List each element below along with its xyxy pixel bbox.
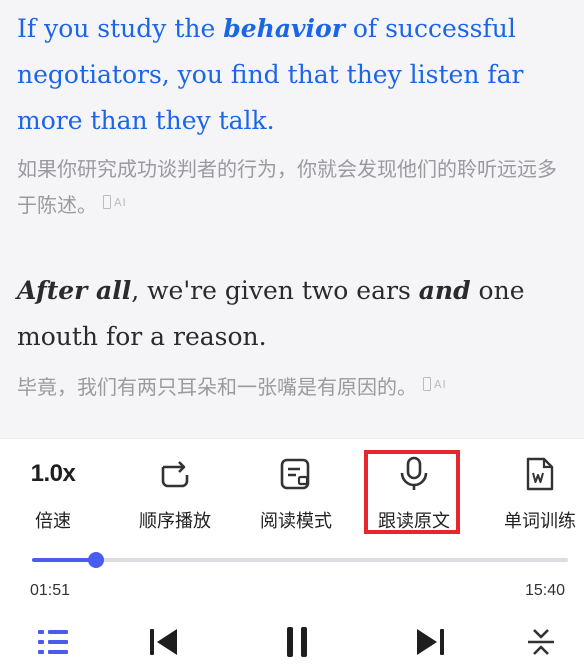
playlist-icon	[36, 627, 70, 661]
pause-button[interactable]	[275, 624, 319, 664]
progress-knob[interactable]	[88, 552, 105, 568]
player-panel: 1.0x 倍速 顺序播放 阅读模式 跟读原文 单词训练 01:51 15:40	[0, 438, 584, 672]
playlist-button[interactable]	[31, 624, 75, 664]
ai-translation-badge: AI	[423, 368, 447, 402]
speed-value: 1.0x	[30, 460, 76, 487]
chinese-translation-1: 如果你研究成功谈判者的行为，你就会发现他们的聆听远远多于陈述。 AI	[17, 152, 572, 222]
highlight-annotation-box	[364, 450, 460, 534]
reader-area: If you study the behavior of successful …	[0, 0, 584, 438]
speed-label: 倍速	[35, 511, 71, 532]
chinese-translation-2: 毕竟，我们有两只耳朵和一张嘴是有原因的。 AI	[17, 368, 572, 404]
ai-label: AI	[434, 378, 447, 391]
english-paragraph-1[interactable]: If you study the behavior of successful …	[17, 6, 572, 144]
skip-previous-icon	[147, 627, 181, 661]
reading-mode-label: 阅读模式	[260, 511, 332, 532]
para2-keyword-1[interactable]: After all	[17, 276, 131, 305]
word-training-label: 单词训练	[504, 511, 576, 532]
next-button[interactable]	[408, 624, 452, 664]
pen-icon	[423, 377, 431, 391]
para1-text-pre: If you study the	[17, 14, 224, 43]
word-document-icon	[482, 455, 584, 493]
total-time: 15:40	[524, 582, 565, 599]
repeat-icon	[117, 455, 233, 493]
order-play-button[interactable]: 顺序播放	[117, 455, 233, 535]
para2-text-mid: , we're given two ears	[131, 276, 419, 305]
pause-icon	[284, 626, 310, 662]
collapse-button[interactable]	[519, 624, 563, 664]
para1-keyword[interactable]: behavior	[223, 14, 345, 43]
current-time: 01:51	[30, 582, 71, 599]
english-paragraph-2[interactable]: After all, we're given two ears and one …	[17, 268, 572, 360]
ai-label: AI	[114, 196, 127, 209]
order-play-label: 顺序播放	[139, 511, 211, 532]
translation-2-text: 毕竟，我们有两只耳朵和一张嘴是有原因的。	[17, 375, 417, 399]
progress-fill	[32, 558, 97, 562]
translation-1-text: 如果你研究成功谈判者的行为，你就会发现他们的聆听远远多于陈述。	[17, 157, 557, 217]
para2-keyword-2[interactable]: and	[419, 276, 471, 305]
word-training-button[interactable]: 单词训练	[482, 455, 584, 535]
previous-button[interactable]	[142, 624, 186, 664]
reading-mode-button[interactable]: 阅读模式	[238, 455, 354, 535]
tool-row: 1.0x 倍速 顺序播放 阅读模式 跟读原文 单词训练	[0, 455, 584, 535]
speed-button[interactable]: 1.0x 倍速	[0, 455, 111, 535]
pen-icon	[103, 195, 111, 209]
ai-translation-badge: AI	[103, 186, 127, 220]
collapse-icon	[525, 626, 557, 662]
playback-controls	[0, 624, 584, 664]
reading-mode-icon	[238, 455, 354, 493]
skip-next-icon	[413, 627, 447, 661]
progress-bar[interactable]	[32, 552, 568, 568]
